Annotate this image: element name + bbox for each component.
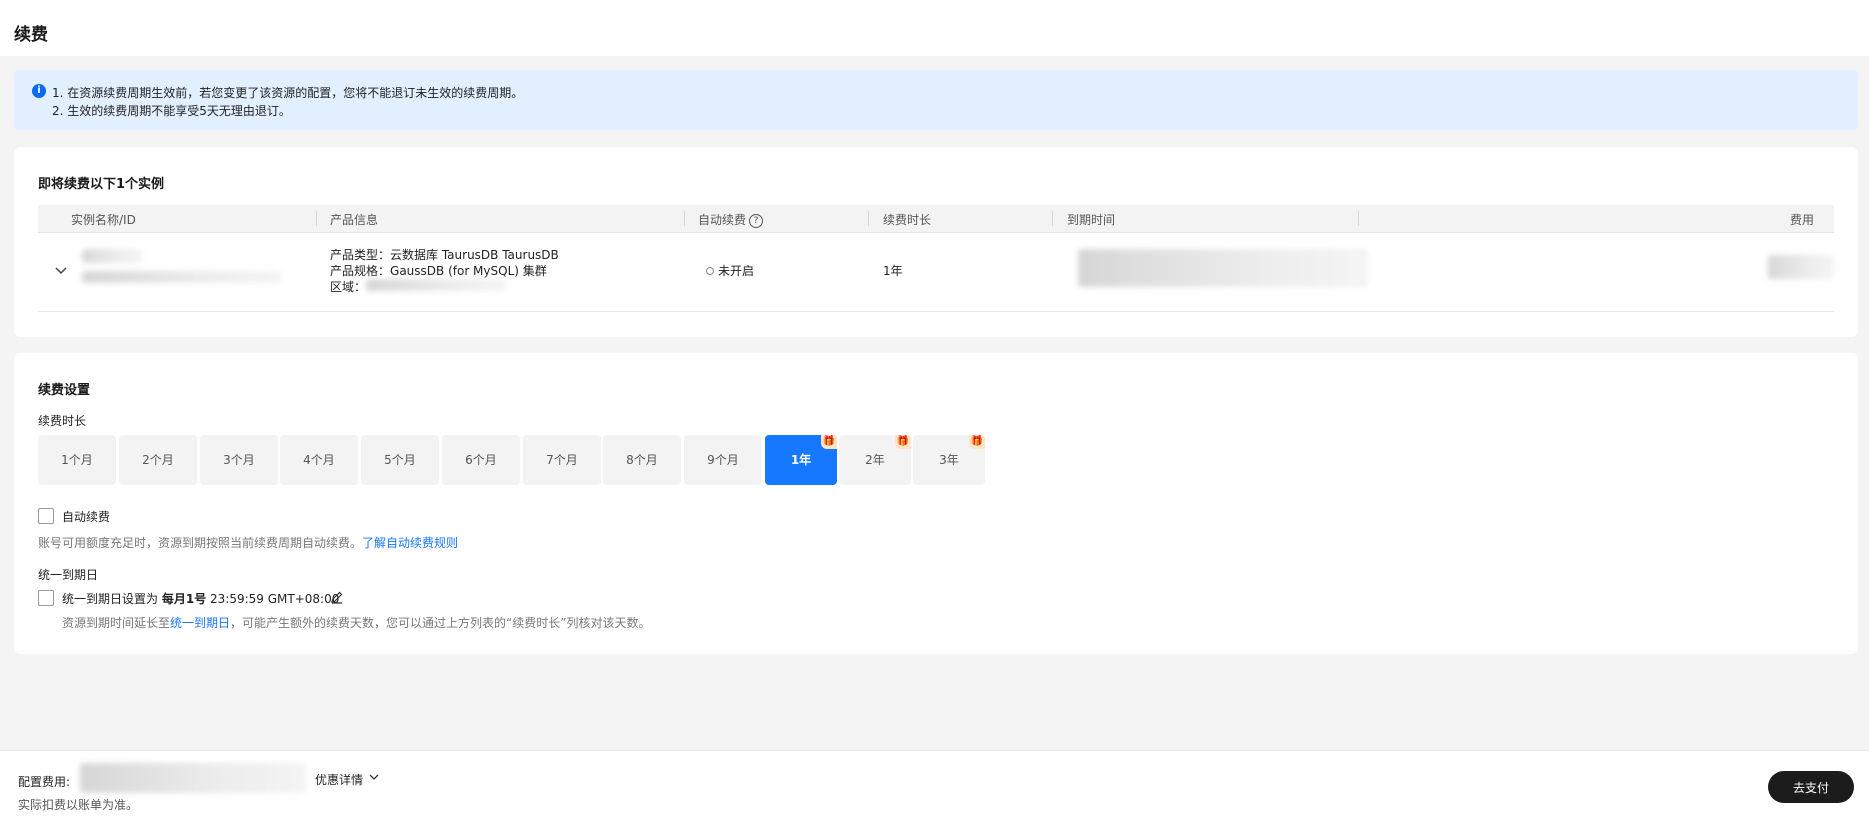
instance-section-title: 即将续费以下1个实例 bbox=[38, 177, 165, 192]
page-header: 续费 bbox=[0, 0, 1869, 56]
column-auto-renew: 自动续费? bbox=[698, 211, 764, 228]
duration-option-5m[interactable]: 5个月 bbox=[361, 435, 439, 485]
unify-day: 每月1号 bbox=[161, 592, 207, 606]
notice-line-1: 1. 在资源续费周期生效前，若您变更了该资源的配置，您将不能退订未生效的续费周期… bbox=[52, 86, 524, 100]
column-fee: 费用 bbox=[1789, 213, 1814, 227]
auto-renew-status: 未开启 bbox=[706, 262, 754, 279]
settings-section-title: 续费设置 bbox=[38, 383, 91, 398]
instance-table-header: 实例名称/ID 产品信息 自动续费? 续费时长 到期时间 费用 bbox=[38, 205, 1834, 233]
duration-option-1m[interactable]: 1个月 bbox=[38, 435, 116, 485]
unify-expiry-title: 统一到期日 bbox=[38, 568, 99, 582]
column-expiry: 到期时间 bbox=[1067, 213, 1116, 227]
duration-label: 续费时长 bbox=[38, 414, 87, 428]
auto-renew-description: 账号可用额度充足时，资源到期按照当前续费周期自动续费。了解自动续费规则 bbox=[38, 536, 459, 550]
gift-icon: 🎁 bbox=[969, 435, 985, 449]
auto-renew-rules-link[interactable]: 了解自动续费规则 bbox=[362, 536, 458, 550]
fee-note: 实际扣费以账单为准。 bbox=[18, 798, 139, 812]
instance-id-redacted bbox=[82, 271, 282, 283]
notice-line-2: 2. 生效的续费周期不能享受5天无理由退订。 bbox=[52, 104, 291, 118]
edit-icon[interactable] bbox=[330, 590, 344, 604]
duration-option-2m[interactable]: 2个月 bbox=[119, 435, 197, 485]
fee-amount-redacted bbox=[80, 763, 306, 793]
column-instance-name: 实例名称/ID bbox=[71, 213, 136, 227]
renew-settings-card: 续费设置 续费时长 1个月 2个月 3个月 4个月 5个月 6个月 7个月 8个… bbox=[14, 353, 1858, 654]
region: 区域： bbox=[330, 280, 367, 294]
expiry-redacted bbox=[1078, 249, 1368, 287]
gift-icon: 🎁 bbox=[895, 435, 911, 449]
table-row: 产品类型：云数据库 TaurusDB TaurusDB 产品规格：GaussDB… bbox=[38, 233, 1834, 312]
footer-bar: 配置费用: 优惠详情 实际扣费以账单为准。 去支付 bbox=[0, 750, 1869, 821]
column-product-info: 产品信息 bbox=[330, 213, 379, 227]
instance-card: 即将续费以下1个实例 实例名称/ID 产品信息 自动续费? 续费时长 到期时间 … bbox=[14, 147, 1858, 337]
pay-button[interactable]: 去支付 bbox=[1768, 771, 1854, 803]
chevron-down-icon[interactable] bbox=[54, 263, 68, 277]
auto-renew-checkbox[interactable] bbox=[38, 508, 54, 524]
region-redacted bbox=[366, 279, 506, 291]
duration-option-8m[interactable]: 8个月 bbox=[603, 435, 681, 485]
page-title: 续费 bbox=[14, 25, 48, 45]
renew-duration: 1年 bbox=[883, 264, 903, 278]
duration-option-1y[interactable]: 1年 🎁 bbox=[765, 435, 837, 485]
duration-option-2y[interactable]: 2年 🎁 bbox=[839, 435, 911, 485]
instance-name-redacted bbox=[82, 249, 142, 263]
duration-option-3y[interactable]: 3年 🎁 bbox=[913, 435, 985, 485]
gift-icon: 🎁 bbox=[821, 435, 837, 449]
unify-expiry-label: 统一到期日设置为 每月1号 23:59:59 GMT+08:00 bbox=[62, 592, 340, 606]
unify-expiry-checkbox[interactable] bbox=[38, 590, 54, 606]
duration-option-9m[interactable]: 9个月 bbox=[684, 435, 762, 485]
fee-redacted bbox=[1768, 255, 1834, 279]
duration-option-3m[interactable]: 3个月 bbox=[200, 435, 278, 485]
product-type: 产品类型：云数据库 TaurusDB TaurusDB bbox=[330, 248, 559, 262]
chevron-down-icon[interactable] bbox=[368, 771, 380, 783]
unify-expiry-description: 资源到期时间延长至统一到期日，可能产生额外的续费天数，您可以通过上方列表的“续费… bbox=[62, 616, 651, 630]
product-spec: 产品规格：GaussDB (for MySQL) 集群 bbox=[330, 264, 547, 278]
column-duration: 续费时长 bbox=[883, 213, 932, 227]
info-icon: i bbox=[32, 84, 46, 98]
help-icon[interactable]: ? bbox=[749, 213, 764, 228]
fee-label: 配置费用: bbox=[18, 775, 71, 789]
notice-banner: i 1. 在资源续费周期生效前，若您变更了该资源的配置，您将不能退订未生效的续费… bbox=[14, 70, 1858, 130]
duration-option-6m[interactable]: 6个月 bbox=[442, 435, 520, 485]
unify-expiry-link[interactable]: 统一到期日 bbox=[170, 616, 230, 630]
status-dot-icon bbox=[706, 266, 714, 275]
duration-option-4m[interactable]: 4个月 bbox=[280, 435, 358, 485]
discount-details[interactable]: 优惠详情 bbox=[315, 771, 363, 788]
duration-option-7m[interactable]: 7个月 bbox=[523, 435, 601, 485]
auto-renew-label: 自动续费 bbox=[62, 510, 111, 524]
